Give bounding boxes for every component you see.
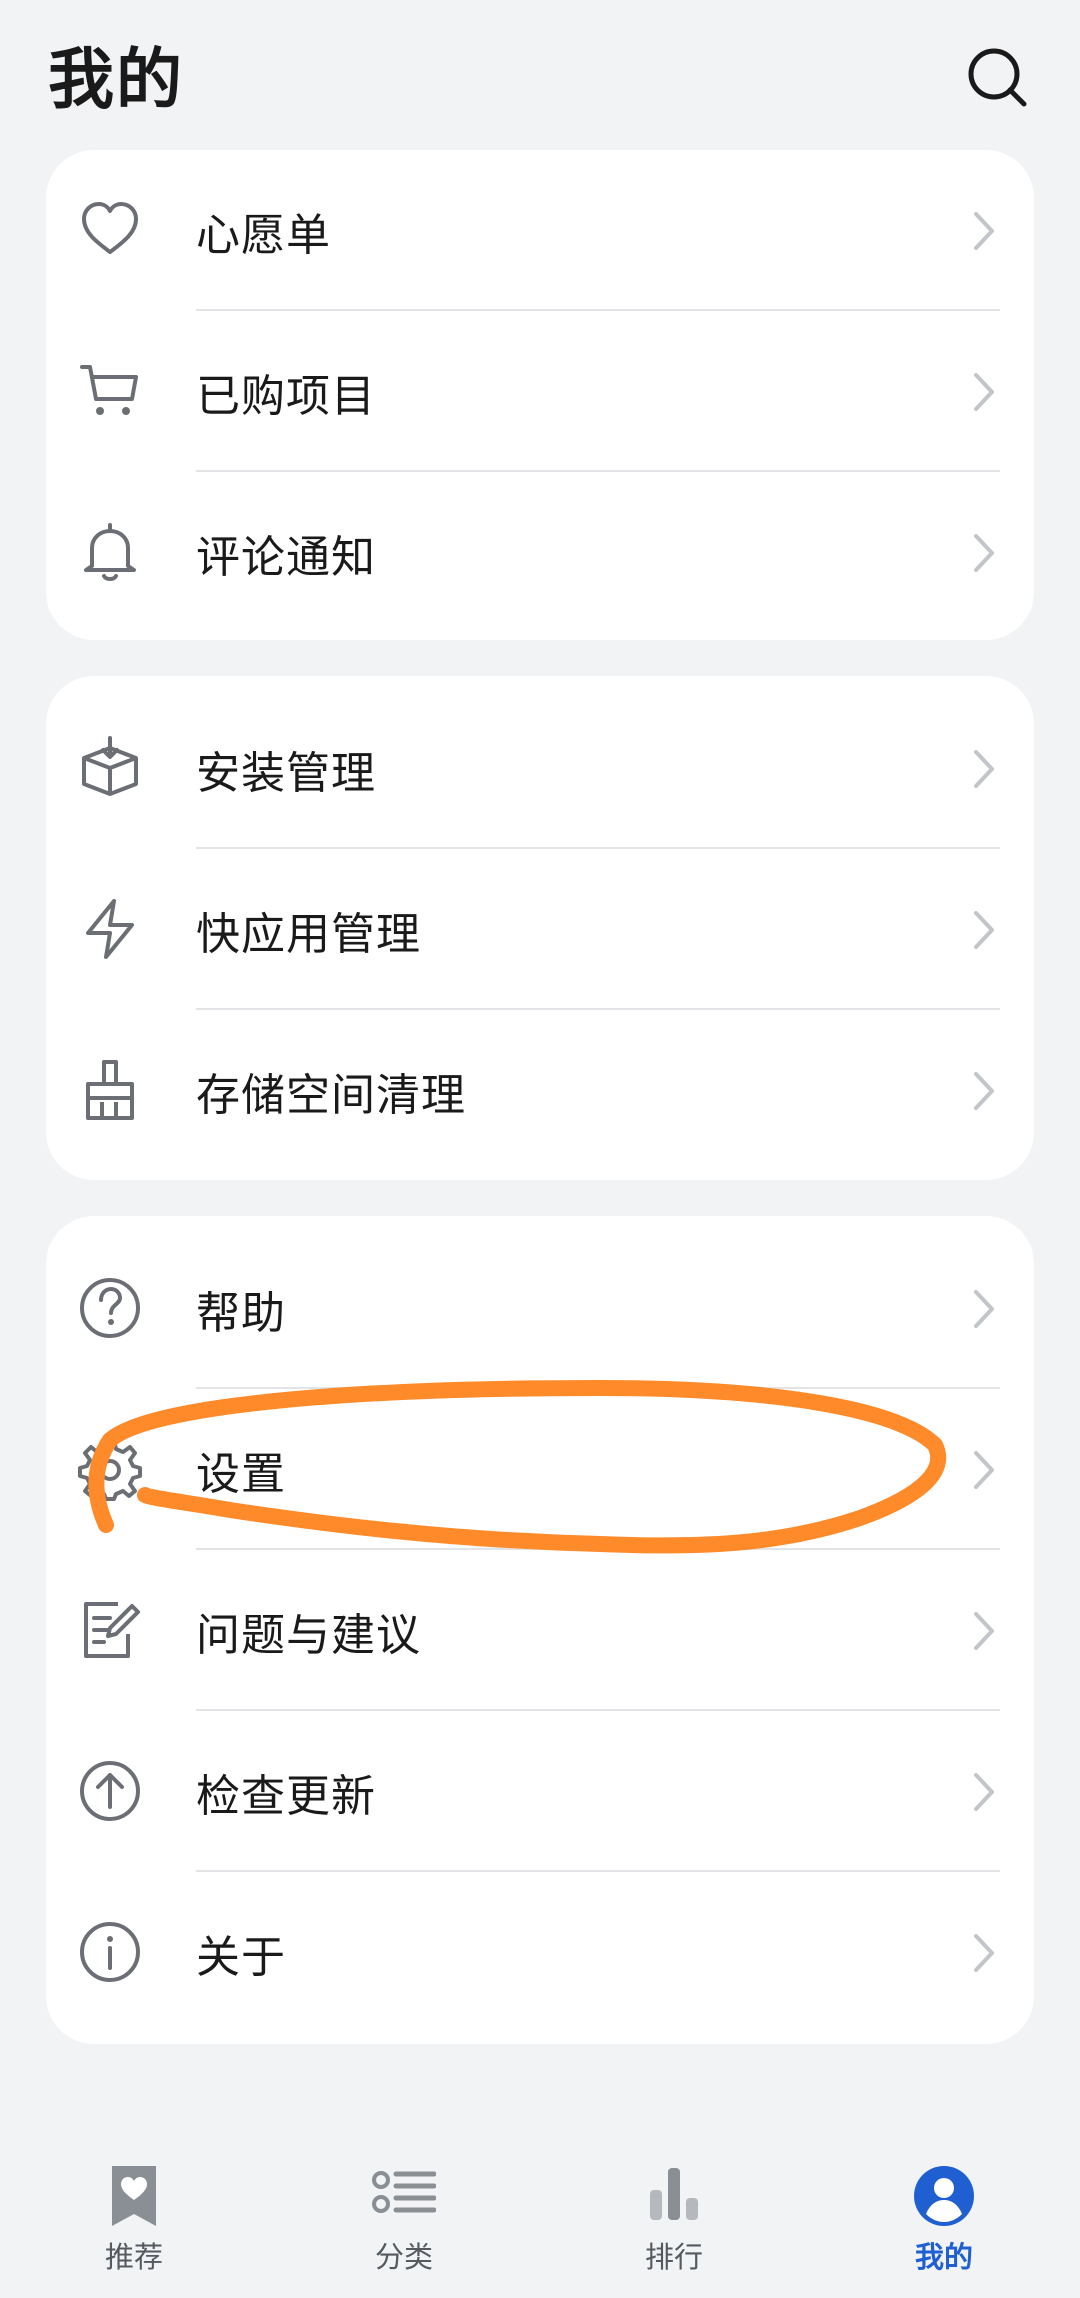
- row-label: 设置: [196, 1448, 286, 1500]
- row-settings[interactable]: 设置: [46, 1389, 1034, 1550]
- cart-icon: [80, 365, 138, 415]
- row-help[interactable]: 帮助: [46, 1228, 1034, 1389]
- row-label: 心愿单: [196, 209, 331, 261]
- row-label: 帮助: [196, 1287, 286, 1339]
- nav-item-recommend[interactable]: 推荐: [34, 2164, 234, 2274]
- row-label: 已购项目: [196, 370, 376, 422]
- box-download-icon: [82, 736, 138, 796]
- row-wishlist[interactable]: 心愿单: [46, 150, 1034, 311]
- row-label: 快应用管理: [196, 908, 421, 960]
- row-purchased[interactable]: 已购项目: [46, 311, 1034, 472]
- row-label: 检查更新: [196, 1770, 376, 1822]
- chevron-right-icon: [974, 1451, 994, 1489]
- heart-icon: [82, 202, 138, 254]
- row-storage-cleanup[interactable]: 存储空间清理: [46, 1010, 1034, 1171]
- chevron-right-icon: [974, 1934, 994, 1972]
- row-comment-notifications[interactable]: 评论通知: [46, 472, 1034, 633]
- upload-arrow-icon: [80, 1761, 140, 1821]
- row-about[interactable]: 关于: [46, 1872, 1034, 2033]
- header: 我的: [0, 0, 1080, 150]
- row-feedback[interactable]: 问题与建议: [46, 1550, 1034, 1711]
- row-label: 安装管理: [196, 747, 376, 799]
- row-quick-app-management[interactable]: 快应用管理: [46, 849, 1034, 1010]
- card-management: 安装管理 快应用管理 存储空间清理: [46, 676, 1034, 1180]
- chevron-right-icon: [974, 911, 994, 949]
- bell-icon: [84, 523, 136, 581]
- chevron-right-icon: [974, 212, 994, 250]
- page-title: 我的: [48, 41, 184, 118]
- row-label: 存储空间清理: [196, 1069, 466, 1121]
- broom-icon: [86, 1060, 134, 1120]
- nav-item-ranking[interactable]: 排行: [574, 2164, 774, 2274]
- bookmark-heart-icon: [112, 2166, 156, 2226]
- row-label: 关于: [196, 1931, 286, 1983]
- chevron-right-icon: [974, 750, 994, 788]
- chevron-right-icon: [974, 1290, 994, 1328]
- chevron-right-icon: [974, 534, 994, 572]
- gear-icon: [78, 1439, 142, 1501]
- feedback-icon: [84, 1602, 140, 1658]
- nav-item-me[interactable]: 我的: [844, 2164, 1044, 2274]
- row-check-update[interactable]: 检查更新: [46, 1711, 1034, 1872]
- list-icon: [372, 2171, 436, 2213]
- bar-chart-icon: [650, 2168, 698, 2220]
- row-install-management[interactable]: 安装管理: [46, 688, 1034, 849]
- nav-label: 排行: [644, 2240, 703, 2274]
- profile-icon: [914, 2166, 974, 2226]
- card-support: 帮助 设置 问题与建议 检查更新 关于: [46, 1216, 1034, 2044]
- chevron-right-icon: [974, 1072, 994, 1110]
- card-my-items: 心愿单 已购项目 评论通知: [46, 150, 1034, 640]
- nav-label: 我的: [914, 2240, 973, 2274]
- nav-label: 分类: [374, 2240, 433, 2274]
- info-icon: [80, 1922, 140, 1982]
- nav-label: 推荐: [104, 2240, 163, 2274]
- chevron-right-icon: [974, 1612, 994, 1650]
- search-icon: [968, 48, 1027, 107]
- search-button[interactable]: [960, 40, 1036, 116]
- row-label: 评论通知: [196, 531, 376, 583]
- help-icon: [80, 1278, 140, 1338]
- nav-item-category[interactable]: 分类: [304, 2164, 504, 2274]
- lightning-icon: [86, 899, 134, 959]
- chevron-right-icon: [974, 1773, 994, 1811]
- row-label: 问题与建议: [196, 1609, 421, 1661]
- chevron-right-icon: [974, 373, 994, 411]
- bottom-navigation: 推荐 分类 排行 我的: [0, 2140, 1080, 2298]
